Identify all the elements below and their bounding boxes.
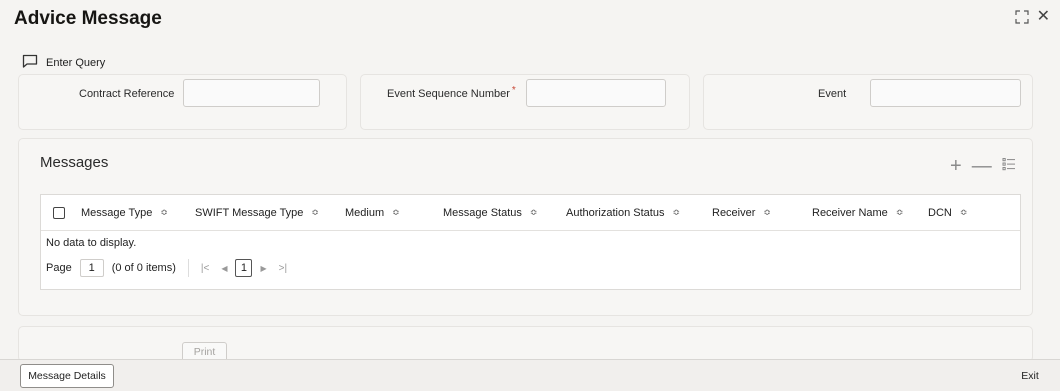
next-page-icon[interactable]: ▶	[260, 264, 266, 273]
column-header-receiver[interactable]: Receiver ≎	[702, 207, 802, 219]
event-seq-input[interactable]	[526, 79, 666, 107]
column-header-swift-message-type[interactable]: SWIFT Message Type ≎	[185, 207, 335, 219]
page-title: Advice Message	[14, 8, 162, 29]
enter-query-button[interactable]: Enter Query	[22, 54, 105, 71]
contract-reference-label: Contract Reference	[79, 88, 175, 100]
pager-divider	[187, 259, 189, 277]
sort-icon[interactable]: ≎	[960, 207, 968, 218]
remove-row-icon[interactable]: —	[972, 156, 992, 176]
event-label: Event	[818, 88, 847, 100]
column-header-message-type[interactable]: Message Type ≎	[71, 207, 185, 219]
add-row-icon[interactable]: +	[950, 156, 962, 176]
select-all-checkbox[interactable]	[53, 206, 65, 219]
column-header-message-status[interactable]: Message Status ≎	[433, 207, 556, 219]
contract-reference-input[interactable]	[183, 79, 320, 107]
page-label: Page	[46, 262, 72, 274]
sort-icon[interactable]: ≎	[160, 207, 168, 218]
close-icon[interactable]: ✕	[1037, 9, 1050, 25]
messages-toolbar: + —	[950, 156, 1016, 176]
sort-icon[interactable]: ≎	[672, 207, 680, 218]
messages-table: Message Type ≎ SWIFT Message Type ≎ Medium…	[40, 194, 1021, 290]
first-page-icon[interactable]: |<	[201, 263, 209, 274]
required-marker: *	[511, 85, 516, 96]
previous-page-icon[interactable]: ◀	[221, 264, 227, 273]
current-page-button[interactable]: 1	[235, 259, 253, 277]
page-input[interactable]: 1	[79, 259, 104, 277]
column-header-authorization-status[interactable]: Authorization Status ≎	[556, 207, 702, 219]
sort-icon[interactable]: ≎	[763, 207, 771, 218]
column-header-dcn[interactable]: DCN ≎	[918, 207, 1008, 219]
single-record-view-icon[interactable]	[1002, 157, 1016, 174]
column-header-receiver-name[interactable]: Receiver Name ≎	[802, 207, 918, 219]
print-panel	[18, 326, 1033, 362]
items-count: (0 of 0 items)	[111, 262, 176, 274]
column-header-medium[interactable]: Medium ≎	[335, 207, 433, 219]
message-details-button[interactable]: Message Details	[20, 364, 114, 388]
sort-icon[interactable]: ≎	[311, 207, 319, 218]
exit-button[interactable]: Exit	[1012, 364, 1048, 388]
messages-title: Messages	[40, 154, 109, 171]
pager: Page 1 (0 of 0 items) |< ◀ 1 ▶ >|	[41, 253, 1020, 277]
event-seq-label: Event Sequence Number *	[387, 85, 516, 100]
window-controls: ✕	[1014, 9, 1050, 25]
table-header-row: Message Type ≎ SWIFT Message Type ≎ Medium…	[41, 195, 1020, 231]
footer-bar	[0, 359, 1060, 391]
empty-message: No data to display.	[46, 237, 137, 249]
expand-icon[interactable]	[1014, 10, 1029, 24]
sort-icon[interactable]: ≎	[896, 207, 904, 218]
enter-query-label: Enter Query	[46, 56, 106, 69]
last-page-icon[interactable]: >|	[279, 263, 287, 274]
comment-icon	[22, 54, 38, 71]
sort-icon[interactable]: ≎	[530, 207, 538, 218]
select-all-cell	[41, 206, 71, 219]
sort-icon[interactable]: ≎	[392, 207, 400, 218]
event-input[interactable]	[870, 79, 1021, 107]
